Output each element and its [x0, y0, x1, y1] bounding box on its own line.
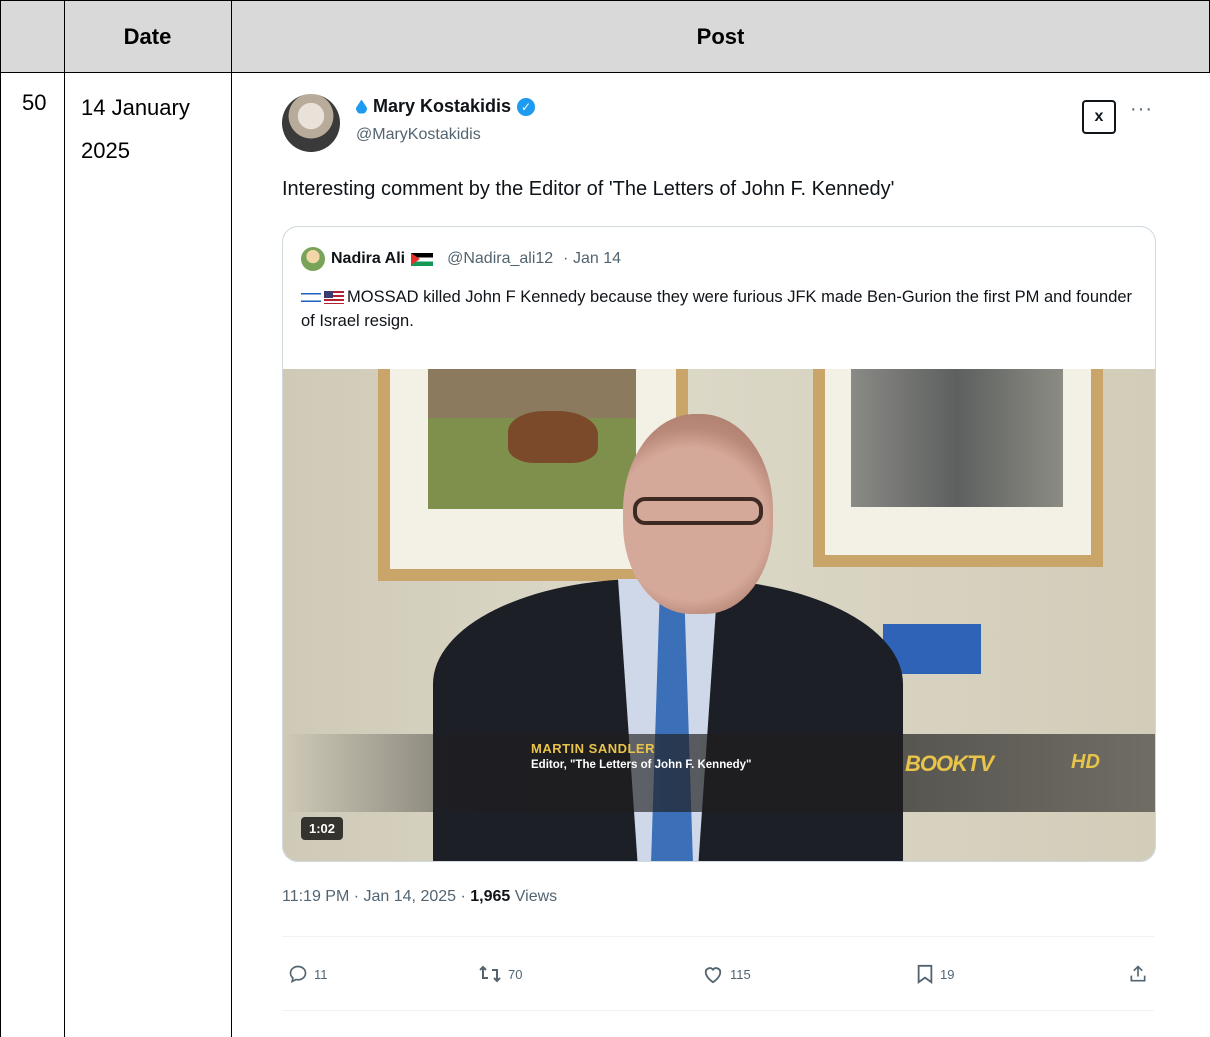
author-row: Mary Kostakidis ✓ [356, 96, 536, 117]
quoted-text: MOSSAD killed John F Kennedy because the… [301, 288, 1133, 330]
tweet-screenshot: Mary Kostakidis ✓ @MaryKostakidis x ··· … [270, 78, 1170, 1028]
bookmark-icon [917, 964, 933, 984]
booktv-logo: BOOKTV [905, 751, 994, 776]
quoted-author-row: Nadira Ali @Nadira_ali12 · Jan 14 [301, 247, 621, 271]
more-icon: ··· [1130, 98, 1153, 120]
tweet-timestamp: 11:19 PM · Jan 14, 2025 · 1,965 Views [282, 888, 558, 905]
quoted-handle: @Nadira_ali12 [447, 250, 554, 267]
action-bar: 11 70 115 19 [282, 958, 1154, 994]
quoted-text-block: MOSSAD killed John F Kennedy because the… [301, 285, 1141, 333]
israel-flag-icon [301, 291, 321, 305]
us-flag-icon [324, 291, 344, 305]
author-handle: @MaryKostakidis [356, 126, 481, 143]
share-button [1128, 964, 1148, 984]
video-duration: 1:02 [301, 817, 344, 840]
repost-icon [479, 965, 501, 983]
like-button: 115 [702, 964, 751, 984]
hd-badge: HD [1071, 751, 1100, 773]
grok-icon: x [1082, 100, 1116, 134]
views-count: 1,965 [470, 888, 511, 905]
header-index [0, 0, 64, 73]
video-player: MARTIN SANDLER Editor, "The Letters of J… [283, 369, 1155, 861]
repost-button: 70 [478, 964, 522, 984]
like-icon [704, 967, 722, 984]
water-drop-icon [356, 99, 367, 114]
tweet-text: Interesting comment by the Editor of 'Th… [282, 178, 895, 200]
row-date: 14 January 2025 [81, 95, 190, 163]
quoted-date: · Jan 14 [563, 250, 621, 267]
wall-photo [813, 369, 1103, 567]
row-number: 50 [22, 90, 47, 115]
verified-badge-icon: ✓ [517, 97, 536, 116]
reply-button: 11 [288, 964, 328, 984]
share-icon [1130, 965, 1146, 982]
lower-third [283, 734, 1155, 812]
quoted-author-name: Nadira Ali [331, 250, 406, 267]
avatar [282, 94, 340, 152]
lower-third-name: MARTIN SANDLER [531, 741, 655, 756]
quoted-avatar [301, 247, 325, 271]
lower-third-title: Editor, "The Letters of John F. Kennedy" [531, 759, 752, 771]
author-name: Mary Kostakidis [373, 96, 512, 116]
palestine-flag-icon [411, 252, 434, 266]
quoted-tweet: Nadira Ali @Nadira_ali12 · Jan 14 MOSSAD… [282, 226, 1156, 862]
header-post: Post [696, 23, 745, 49]
header-date: Date [123, 23, 172, 49]
reply-icon [289, 965, 307, 984]
bookmark-button: 19 [916, 964, 954, 984]
